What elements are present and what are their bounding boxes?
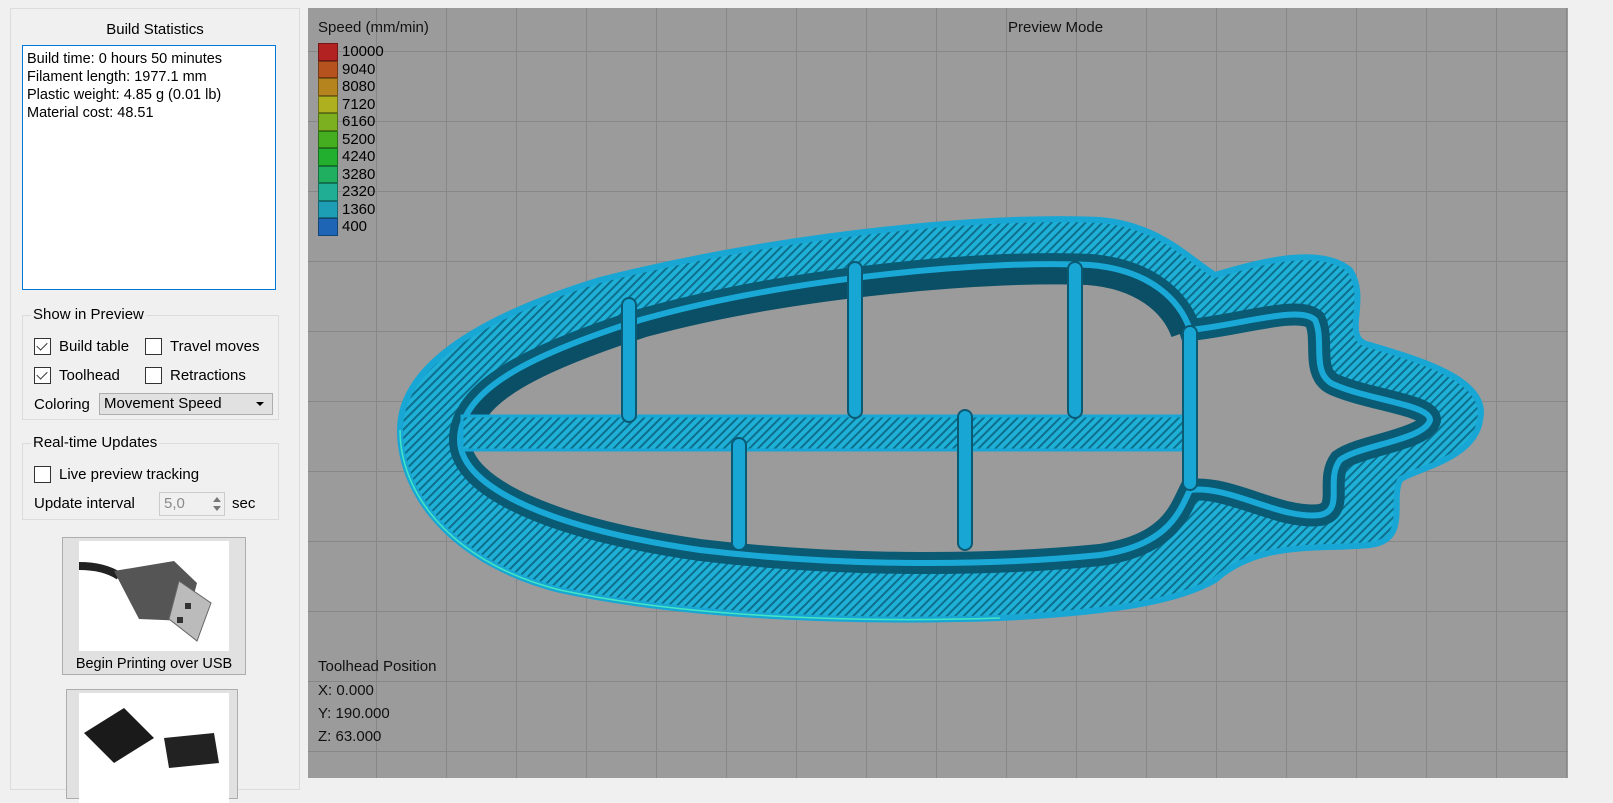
toolhead-z: Z: 63.000 xyxy=(318,728,382,745)
3d-preview-viewport[interactable]: Speed (mm/min) 10000 9040 8080 7120 6160 5200… xyxy=(308,8,1568,778)
spin-up-icon[interactable] xyxy=(213,497,221,502)
travel-moves-checkbox[interactable]: Travel moves xyxy=(145,338,259,355)
legend-value: 6160 xyxy=(342,113,376,131)
checkbox-checked-icon xyxy=(34,367,51,384)
retractions-checkbox[interactable]: Retractions xyxy=(145,367,246,384)
toolhead-checkbox[interactable]: Toolhead xyxy=(34,367,120,384)
legend-item: 7120 xyxy=(318,95,376,113)
legend-swatch xyxy=(318,218,338,236)
legend-item: 3280 xyxy=(318,165,376,183)
legend-value: 10000 xyxy=(342,43,384,61)
build-table-checkbox[interactable]: Build table xyxy=(34,338,129,355)
stat-material-cost: Material cost: 48.51 xyxy=(27,105,154,121)
legend-value: 5200 xyxy=(342,130,376,148)
stat-plastic-weight: Plastic weight: 4.85 g (0.01 lb) xyxy=(27,87,222,103)
legend-value: 4240 xyxy=(342,148,376,166)
toolhead-y: Y: 190.000 xyxy=(318,705,390,722)
legend-swatch xyxy=(318,148,338,166)
checkbox-unchecked-icon xyxy=(34,466,51,483)
show-in-preview-label: Show in Preview xyxy=(31,306,146,323)
legend-value: 9040 xyxy=(342,60,376,78)
legend-value: 7120 xyxy=(342,95,376,113)
legend-item: 5200 xyxy=(318,130,376,148)
legend-swatch xyxy=(318,165,338,183)
update-interval-label: Update interval xyxy=(34,495,135,512)
live-preview-tracking-label: Live preview tracking xyxy=(59,466,200,483)
retractions-label: Retractions xyxy=(170,367,246,384)
sd-card-image xyxy=(79,693,229,803)
model-rib xyxy=(1067,261,1083,419)
legend-item: 6160 xyxy=(318,113,375,131)
legend-item: 400 xyxy=(318,218,367,236)
legend-title: Speed (mm/min) xyxy=(318,19,429,36)
legend-item: 10000 xyxy=(318,43,384,61)
checkbox-checked-icon xyxy=(34,338,51,355)
build-table-label: Build table xyxy=(59,338,130,355)
build-panel: Build Statistics Build time: 0 hours 50 … xyxy=(10,8,300,803)
legend-item: 2320 xyxy=(318,183,375,201)
legend-swatch xyxy=(318,43,338,61)
usb-button-label: Begin Printing over USB xyxy=(75,656,233,672)
sd-card-button[interactable] xyxy=(66,689,238,803)
legend-swatch xyxy=(318,95,338,113)
print-preview-model xyxy=(396,216,1484,623)
coloring-label: Coloring xyxy=(34,396,90,413)
model-crossbar xyxy=(460,414,1192,452)
update-interval-unit: sec xyxy=(232,495,256,512)
legend-item: 4240 xyxy=(318,148,375,166)
chevron-down-icon xyxy=(256,402,264,406)
model-rib xyxy=(731,437,747,551)
legend-swatch xyxy=(318,183,338,201)
update-interval-spinbox[interactable]: 5,0 xyxy=(159,492,225,516)
legend-value: 2320 xyxy=(342,183,376,201)
coloring-value: Movement Speed xyxy=(104,395,222,412)
preview-mode-label: Preview Mode xyxy=(1008,19,1104,36)
legend-swatch xyxy=(318,130,338,148)
update-interval-value: 5,0 xyxy=(164,495,185,512)
checkbox-unchecked-icon xyxy=(145,367,162,384)
legend-value: 8080 xyxy=(342,78,376,96)
stat-build-time: Build time: 0 hours 50 minutes xyxy=(27,51,223,67)
travel-moves-label: Travel moves xyxy=(170,338,260,355)
spin-down-icon[interactable] xyxy=(213,506,221,511)
realtime-updates-group: Real-time Updates Live preview tracking … xyxy=(22,434,279,520)
legend-swatch xyxy=(318,113,338,131)
model-rib xyxy=(621,297,637,423)
right-margin xyxy=(1568,0,1613,770)
legend-item: 1360 xyxy=(318,200,376,218)
legend-value: 400 xyxy=(342,218,368,236)
coloring-select[interactable]: Movement Speed xyxy=(99,393,273,415)
show-in-preview-group: Show in Preview Build table Travel moves… xyxy=(22,306,279,420)
toolhead-position-title: Toolhead Position xyxy=(318,658,437,675)
legend-swatch xyxy=(318,60,338,78)
begin-printing-usb-button[interactable]: Begin Printing over USB xyxy=(62,537,246,675)
model-rib xyxy=(847,261,863,419)
checkbox-unchecked-icon xyxy=(145,338,162,355)
legend-value: 3280 xyxy=(342,165,376,183)
legend-item: 9040 xyxy=(318,60,376,78)
usb-cable-image xyxy=(79,541,229,651)
model-rib xyxy=(957,409,973,551)
legend-swatch xyxy=(318,78,338,96)
legend-item: 8080 xyxy=(318,78,375,96)
model-rib xyxy=(1182,325,1198,491)
stat-filament-length: Filament length: 1977.1 mm xyxy=(27,69,207,85)
toolhead-label: Toolhead xyxy=(59,367,120,384)
legend-value: 1360 xyxy=(342,200,376,218)
realtime-updates-label: Real-time Updates xyxy=(31,434,160,451)
legend-swatch xyxy=(318,200,338,218)
live-preview-tracking-checkbox[interactable]: Live preview tracking xyxy=(34,466,199,483)
build-statistics-title: Build Statistics xyxy=(106,21,204,38)
toolhead-x: X: 0.000 xyxy=(318,682,374,699)
build-statistics-textbox[interactable]: Build time: 0 hours 50 minutes Filament … xyxy=(22,45,276,290)
